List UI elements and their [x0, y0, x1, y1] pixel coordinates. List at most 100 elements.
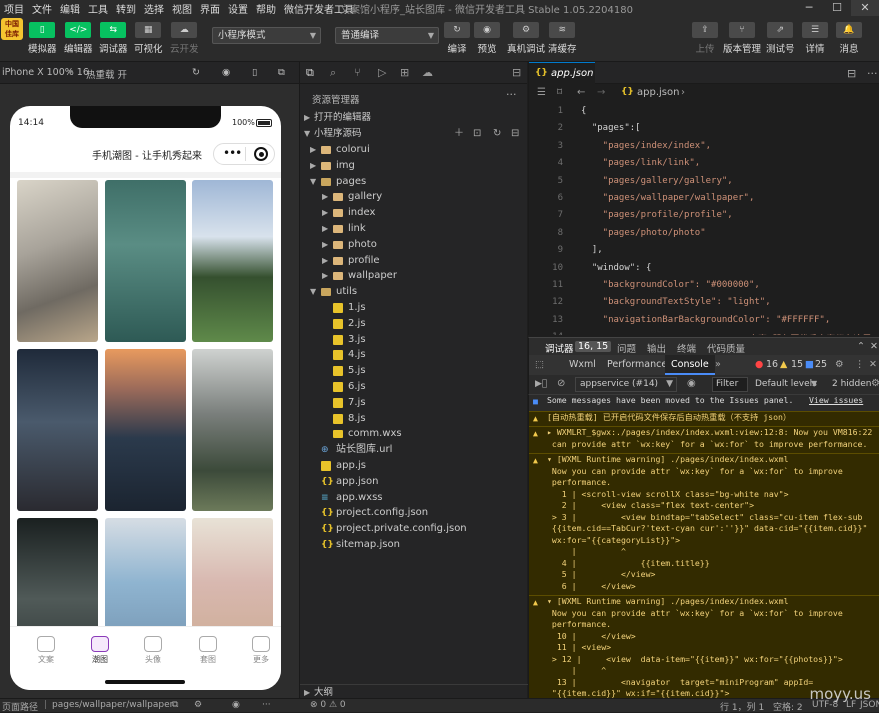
cloud-button[interactable]: ☁ 云开发: [170, 22, 199, 55]
test-account-button[interactable]: ⇗ 测试号: [766, 22, 795, 55]
menu-item[interactable]: 项目: [0, 1, 28, 16]
extensions-icon[interactable]: ⊞: [400, 66, 409, 79]
capsule-menu[interactable]: •••: [213, 143, 275, 165]
eye-icon[interactable]: ◉: [232, 700, 240, 710]
gear-icon[interactable]: ⚙: [871, 378, 879, 389]
new-folder-icon[interactable]: ⊡: [473, 126, 481, 142]
files-icon[interactable]: ⧉: [306, 66, 314, 80]
console-output[interactable]: ■ Some messages have been moved to the Is…: [528, 395, 879, 698]
chevron-up-icon[interactable]: ⌃: [857, 341, 865, 352]
file-tree-item[interactable]: ≡ app.wxss: [300, 490, 528, 506]
eye-icon[interactable]: ◉: [687, 378, 696, 389]
close-icon[interactable]: ✕: [869, 359, 877, 370]
console-message[interactable]: ▲ [自动热重载] 已开启代码文件保存后自动热重载（不支持 json）: [529, 410, 879, 426]
file-tree-item[interactable]: ▼ utils: [300, 284, 528, 300]
inspect-icon[interactable]: ⬚: [535, 359, 544, 370]
file-tree-item[interactable]: ▶ photo: [300, 237, 528, 253]
file-tree-item[interactable]: ▶ gallery: [300, 189, 528, 205]
file-tree-item[interactable]: 3.js: [300, 332, 528, 348]
breadcrumb-file[interactable]: app.json: [637, 87, 679, 98]
list-icon[interactable]: ☰: [537, 87, 546, 98]
file-tree-item[interactable]: 5.js: [300, 363, 528, 379]
forward-icon[interactable]: →: [597, 87, 605, 98]
file-tree-item[interactable]: ⊕ 站长图库.url: [300, 442, 528, 458]
file-tree-item[interactable]: ▶ colorui: [300, 142, 528, 158]
console-message[interactable]: ▲ ▾ [WXML Runtime warning] ./pages/index/…: [529, 453, 879, 595]
wallpaper-photo[interactable]: [105, 180, 186, 342]
preview-button[interactable]: ◉ 预览: [474, 22, 500, 55]
cursor-position[interactable]: 行 1，列 1: [720, 700, 764, 713]
file-tree-item[interactable]: 1.js: [300, 300, 528, 316]
refresh-icon[interactable]: ↻: [493, 126, 501, 142]
file-tree-item[interactable]: 6.js: [300, 379, 528, 395]
file-tree-item[interactable]: ▶ index: [300, 205, 528, 221]
more-icon[interactable]: ···: [867, 67, 878, 80]
close-icon[interactable]: ✕: [870, 341, 878, 352]
wallpaper-photo[interactable]: [192, 180, 273, 342]
tab-debugger[interactable]: 调试器: [545, 341, 574, 355]
rotate-icon[interactable]: ↻: [192, 67, 200, 78]
file-tree-item[interactable]: 2.js: [300, 316, 528, 332]
chevron-down-icon[interactable]: ▼: [811, 379, 817, 388]
levels-select[interactable]: Default levels: [755, 379, 817, 389]
more-tabs-icon[interactable]: »: [715, 359, 721, 370]
visual-button[interactable]: ▦ 可视化: [134, 22, 163, 55]
wallpaper-photo[interactable]: [105, 349, 186, 511]
record-icon[interactable]: ◉: [222, 67, 230, 78]
menu-item[interactable]: 编辑: [56, 1, 84, 16]
menu-item[interactable]: 转到: [112, 1, 140, 16]
menu-item[interactable]: 视图: [168, 1, 196, 16]
bookmark-icon[interactable]: ⌑: [557, 87, 562, 98]
wallpaper-photo[interactable]: [17, 180, 98, 342]
new-file-icon[interactable]: ＋: [454, 126, 464, 142]
compile-button[interactable]: ↻ 编译: [444, 22, 470, 55]
copy-icon[interactable]: ⧉: [172, 700, 178, 710]
wallpaper-photo[interactable]: [17, 349, 98, 511]
console-message[interactable]: ▲ ▾ [WXML Runtime warning] ./pages/index/…: [529, 595, 879, 698]
tab-bar-item[interactable]: 更多: [241, 636, 281, 665]
details-button[interactable]: ☰ 详情: [802, 22, 828, 55]
menu-item[interactable]: 选择: [140, 1, 168, 16]
gear-icon[interactable]: ⚙: [835, 359, 844, 370]
branch-icon[interactable]: ⑂: [354, 66, 361, 79]
sidebar-icon[interactable]: ▶⃞: [535, 379, 547, 389]
split-editor-icon[interactable]: ⊟: [847, 67, 856, 80]
menu-item[interactable]: 帮助: [252, 1, 280, 16]
messages-button[interactable]: 🔔 消息: [836, 22, 862, 55]
page-path[interactable]: pages/wallpaper/wallpaper: [52, 700, 173, 710]
debug-icon[interactable]: ▷: [378, 66, 386, 79]
phone-icon[interactable]: ▯: [252, 67, 257, 78]
more-icon[interactable]: ···: [506, 88, 517, 101]
clear-cache-button[interactable]: ≋ 清缓存: [548, 22, 577, 55]
console-message[interactable]: ■ Some messages have been moved to the Is…: [529, 395, 879, 411]
more-icon[interactable]: ···: [262, 700, 271, 710]
compile-select[interactable]: 普通编译 ▼: [335, 27, 439, 44]
view-issues-link[interactable]: View issues: [809, 395, 863, 407]
menu-item[interactable]: 设置: [224, 1, 252, 16]
settings-icon[interactable]: ⚙: [194, 700, 202, 710]
problems-count[interactable]: ⊗ 0 ⚠ 0: [310, 700, 346, 710]
file-tree-item[interactable]: {} project.private.config.json: [300, 521, 528, 537]
tab-issues[interactable]: 问题: [617, 341, 636, 355]
file-tree-item[interactable]: app.js: [300, 458, 528, 474]
more-icon[interactable]: ⋮: [855, 359, 865, 370]
collapse-icon[interactable]: ⊟: [511, 126, 519, 142]
menu-item[interactable]: 工具: [84, 1, 112, 16]
file-tree-item[interactable]: {} project.config.json: [300, 505, 528, 521]
device-select[interactable]: iPhone X 100% 16: [2, 67, 89, 78]
tab-app-json[interactable]: {} app.json: [529, 62, 595, 84]
mode-select[interactable]: 小程序模式 ▼: [212, 27, 321, 44]
hot-reload-toggle[interactable]: 热重载 开: [86, 67, 127, 81]
file-tree-item[interactable]: 7.js: [300, 395, 528, 411]
debugger-button[interactable]: ⇆ 调试器: [99, 22, 128, 55]
menu-item[interactable]: 界面: [196, 1, 224, 16]
open-editors-section[interactable]: ▶ 打开的编辑器: [300, 110, 528, 126]
editor-button[interactable]: </> 编辑器: [64, 22, 93, 55]
clear-console-icon[interactable]: ⊘: [557, 378, 565, 389]
file-tree-item[interactable]: comm.wxs: [300, 426, 528, 442]
tab-wxml[interactable]: Wxml: [569, 359, 596, 370]
maximize-icon[interactable]: ☐: [823, 0, 851, 16]
context-select[interactable]: appservice (#14) ▼: [575, 377, 677, 392]
file-tree-item[interactable]: 4.js: [300, 347, 528, 363]
filter-input[interactable]: Filter: [712, 377, 748, 392]
